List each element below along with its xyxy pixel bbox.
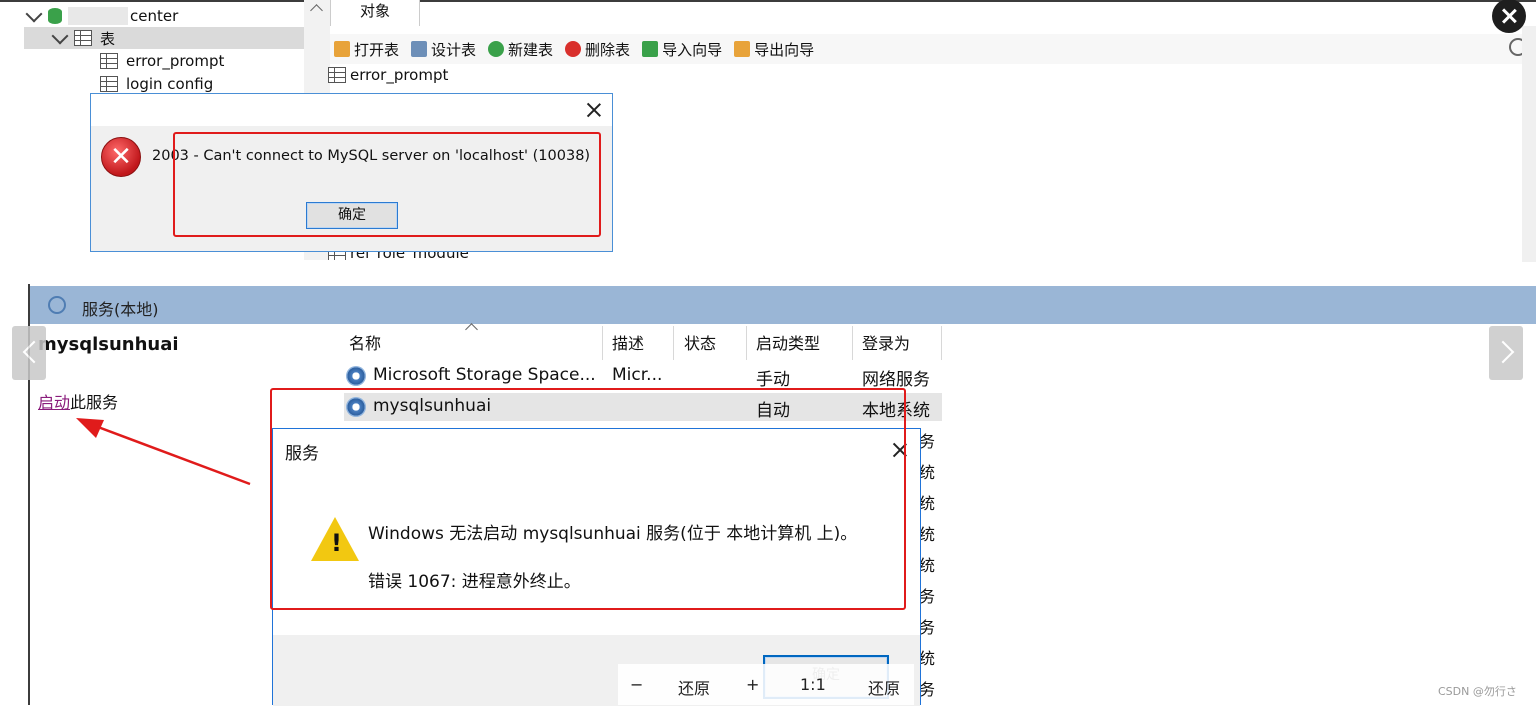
table-icon [100, 53, 118, 69]
tree-item-tables[interactable]: 表 [24, 27, 304, 49]
clipped-logon-text: 统 [919, 556, 936, 575]
export-wizard-button[interactable]: 导出向导 [734, 39, 814, 60]
service-gear-icon [346, 366, 366, 386]
new-table-icon [488, 41, 505, 57]
design-table-button[interactable]: 设计表 [411, 39, 476, 60]
column-divider[interactable] [602, 326, 603, 360]
service-logon: 网络服务 [862, 370, 930, 390]
import-wizard-icon [642, 41, 659, 57]
zoom-in-button[interactable]: + [746, 675, 759, 694]
tree-item-table[interactable]: login config [100, 73, 213, 95]
redacted-text [68, 7, 128, 25]
clipped-logon-text: 统 [919, 649, 936, 668]
next-image-button[interactable] [1489, 326, 1523, 380]
close-icon[interactable] [587, 103, 601, 117]
button-label: 导入向导 [662, 40, 723, 59]
delete-table-icon [565, 41, 582, 57]
service-description: Micr... [612, 365, 663, 385]
service-startup-type: 手动 [756, 370, 790, 390]
tree-item-table[interactable]: error_prompt [100, 50, 224, 72]
button-label: 删除表 [585, 40, 631, 59]
column-divider[interactable] [941, 326, 942, 360]
button-label: 新建表 [508, 40, 554, 59]
import-wizard-button[interactable]: 导入向导 [642, 39, 722, 60]
previous-image-button[interactable] [12, 326, 46, 380]
column-divider[interactable] [852, 326, 853, 360]
clipped-logon-text: 务 [919, 587, 936, 606]
start-service-link[interactable]: 启动 [38, 393, 70, 412]
clipped-logon-text: 务 [919, 680, 936, 699]
chevron-down-icon[interactable] [25, 5, 43, 23]
services-search-icon [48, 296, 66, 314]
column-divider[interactable] [746, 326, 747, 360]
clipped-logon-text: 统 [919, 494, 936, 513]
services-header [30, 286, 1536, 324]
arrow-shaft [89, 422, 251, 486]
dialog-titlebar [91, 94, 612, 126]
chevron-down-icon[interactable] [51, 27, 69, 45]
design-table-icon [411, 41, 428, 57]
column-header-logon[interactable]: 登录为 [862, 330, 910, 354]
actual-size-button[interactable]: 1:1 [800, 675, 826, 694]
button-label: 设计表 [431, 40, 477, 59]
new-table-button[interactable]: 新建表 [488, 39, 553, 60]
services-title: 服务(本地) [82, 300, 159, 319]
column-header-name[interactable]: 名称 [349, 330, 381, 354]
table-name: error_prompt [126, 52, 225, 70]
clipped-logon-text: 统 [919, 463, 936, 482]
zoom-out-button[interactable]: − [630, 675, 643, 694]
restore-button[interactable]: 还原 [868, 675, 900, 699]
table-icon [328, 67, 346, 83]
delete-table-button[interactable]: 删除表 [565, 39, 630, 60]
table-name: login config [126, 75, 214, 93]
red-arrow [76, 418, 251, 486]
button-label: 打开表 [354, 40, 400, 59]
service-name: Microsoft Storage Space... [373, 365, 596, 385]
object-toolbar: 打开表 设计表 新建表 删除表 导入向导 导出向导 [330, 34, 1536, 64]
clipped-logon-text: 统 [919, 525, 936, 544]
column-divider[interactable] [673, 326, 674, 360]
column-header-status[interactable]: 状态 [684, 330, 716, 354]
selected-service-name: mysqlsunhuai [38, 334, 179, 355]
open-table-button[interactable]: 打开表 [334, 39, 399, 60]
column-header-startup-type[interactable]: 启动类型 [756, 330, 820, 354]
open-table-icon [334, 41, 350, 57]
tab-objects-label: 对象 [359, 2, 390, 20]
restore-button[interactable]: 还原 [678, 675, 710, 699]
start-service-action: 启动此服务 [38, 389, 118, 413]
connection-tree: center 表 error_prompt login config [24, 2, 304, 98]
export-wizard-icon [734, 41, 751, 57]
error-icon: ✕ [101, 137, 141, 177]
zoom-toolbar: − 还原 + 1:1 还原 [618, 664, 914, 705]
start-service-suffix: 此服务 [70, 393, 119, 412]
tree-item-database[interactable]: center [24, 5, 178, 27]
object-list-item[interactable]: error_prompt [328, 64, 448, 86]
arrow-head [76, 418, 104, 438]
object-name: error_prompt [350, 66, 449, 84]
service-row[interactable]: Microsoft Storage Space... Micr... 手动 网络… [344, 363, 942, 391]
vertical-scrollbar[interactable] [1522, 26, 1536, 262]
clipped-logon-text: 务 [919, 432, 936, 451]
table-icon [100, 76, 118, 92]
highlight-box [270, 388, 906, 610]
button-label: 导出向导 [754, 40, 815, 59]
clipped-logon-text: 务 [919, 618, 936, 637]
watermark: CSDN @勿行さ [1438, 685, 1517, 698]
highlight-box [173, 132, 601, 237]
database-icon [48, 8, 62, 24]
tab-objects[interactable]: 对象 [330, 0, 420, 26]
tables-group-label: 表 [100, 29, 116, 48]
database-name: center [130, 7, 179, 25]
table-group-icon [74, 30, 92, 46]
column-header-description[interactable]: 描述 [612, 330, 644, 354]
viewer-close-button[interactable] [1492, 0, 1526, 33]
